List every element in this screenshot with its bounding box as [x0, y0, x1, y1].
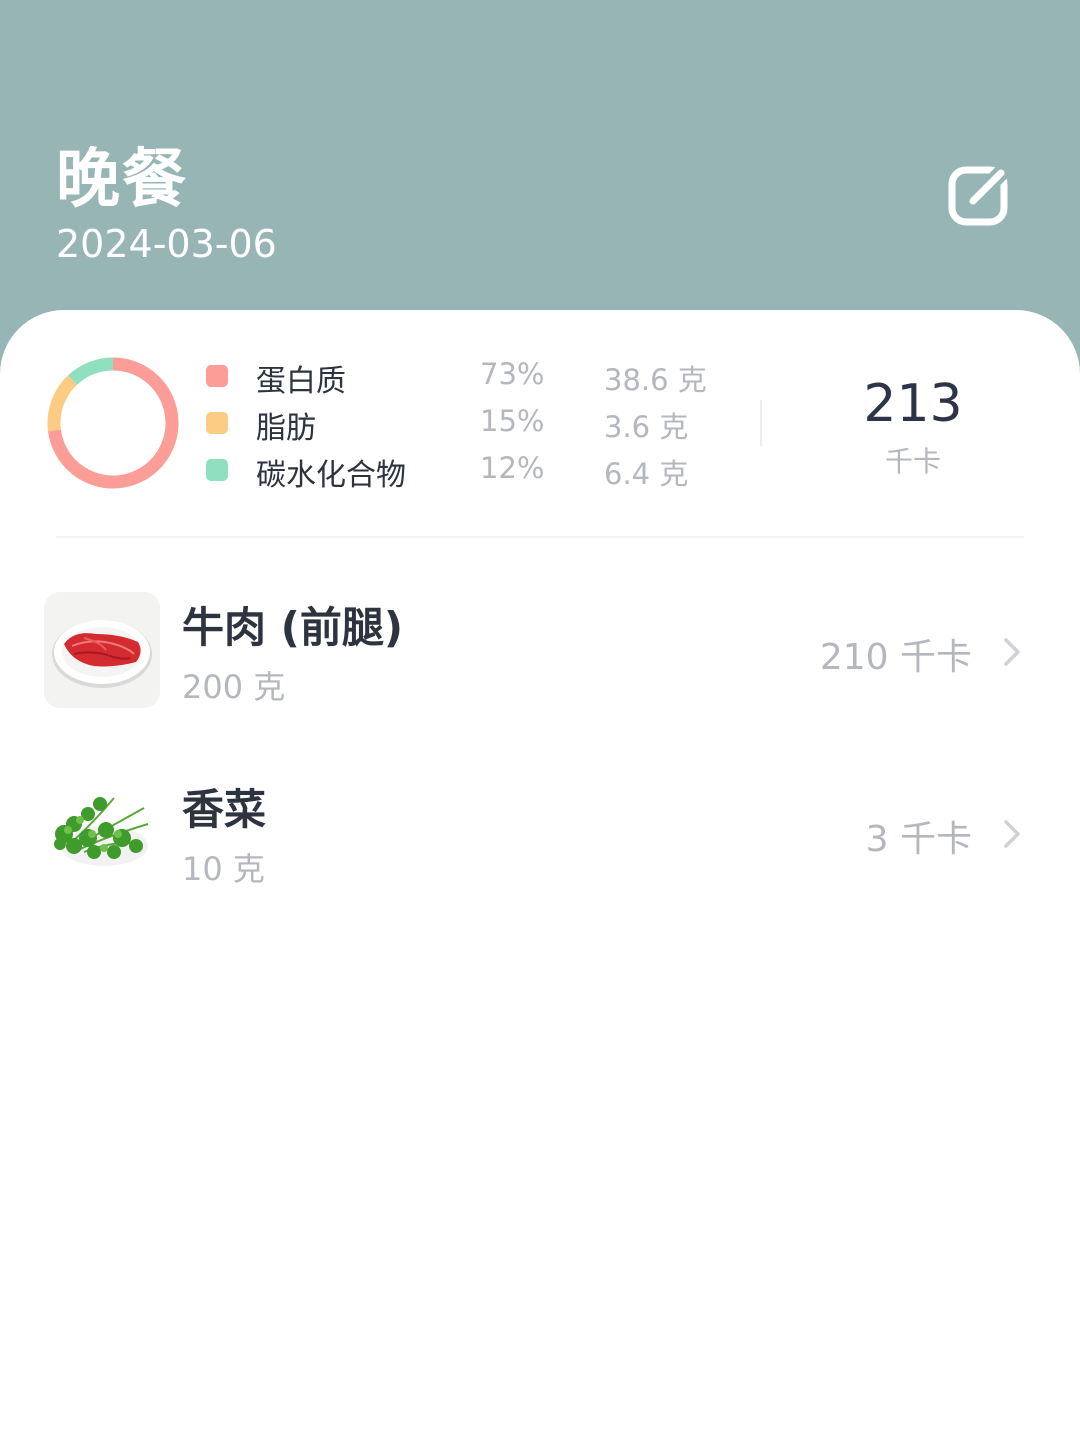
legend-grams: 6.4 克 — [604, 457, 689, 491]
chevron-right-icon — [1004, 820, 1020, 848]
legend-name: 脂肪 — [256, 411, 316, 446]
beef-image — [44, 592, 160, 708]
cilantro-image — [44, 774, 160, 890]
vertical-divider — [760, 400, 762, 446]
legend-grams: 3.6 克 — [604, 410, 689, 444]
food-amount: 200 克 — [182, 668, 286, 706]
legend-percent: 15% — [480, 404, 545, 438]
meal-date: 2024-03-06 — [56, 222, 277, 266]
food-name: 牛肉 (前腿) — [182, 603, 404, 652]
section-divider — [56, 536, 1024, 538]
fat-color-dot — [206, 412, 228, 434]
edit-icon — [948, 160, 1014, 226]
meal-title: 晚餐 — [56, 143, 188, 217]
food-kcal: 210 千卡 — [819, 637, 972, 678]
protein-color-dot — [206, 365, 228, 387]
legend-percent: 73% — [480, 357, 545, 391]
legend-name: 碳水化合物 — [256, 458, 406, 493]
food-name: 香菜 — [182, 785, 267, 834]
macro-donut-chart — [47, 357, 179, 489]
donut-slice-1 — [47, 375, 78, 432]
donut-slice-2 — [68, 357, 114, 385]
food-kcal: 3 千卡 — [865, 819, 972, 860]
legend-row-fat: 脂肪 15% 3.6 克 — [204, 401, 724, 447]
legend-percent: 12% — [480, 451, 545, 485]
food-item-cilantro[interactable]: 香菜 10 克 3 千卡 — [0, 774, 1080, 904]
carbs-color-dot — [206, 459, 228, 481]
food-amount: 10 克 — [182, 850, 265, 888]
food-item-beef[interactable]: 牛肉 (前腿) 200 克 210 千卡 — [0, 592, 1080, 722]
legend-name: 蛋白质 — [256, 364, 346, 399]
edit-button[interactable] — [946, 160, 1016, 230]
total-kcal-unit: 千卡 — [884, 445, 941, 478]
header: 晚餐 2024-03-06 — [0, 0, 1080, 360]
legend-grams: 38.6 克 — [604, 363, 707, 397]
legend-row-carbs: 碳水化合物 12% 6.4 克 — [204, 448, 724, 494]
total-kcal: 213 — [863, 374, 963, 434]
legend-row-protein: 蛋白质 73% 38.6 克 — [204, 354, 724, 400]
chevron-right-icon — [1004, 638, 1020, 666]
